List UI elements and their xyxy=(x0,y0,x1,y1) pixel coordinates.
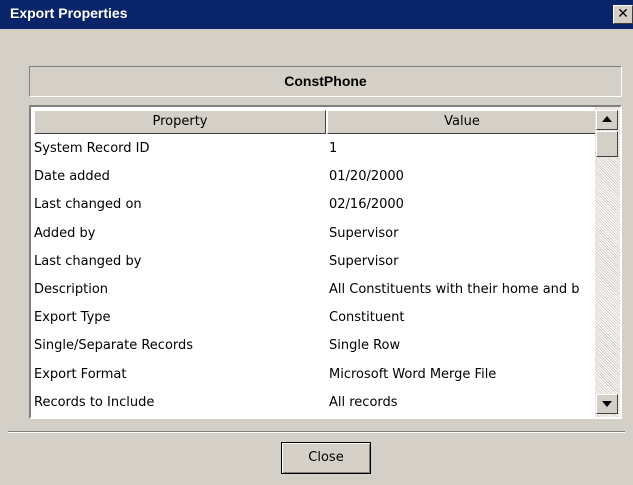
value-cell: Constituent xyxy=(329,310,405,326)
value-cell: 1 xyxy=(329,141,338,156)
table-row[interactable]: System Record ID 1 xyxy=(31,135,595,163)
property-cell: Last changed on xyxy=(34,197,142,213)
table-row[interactable]: Export Type Constituent xyxy=(31,304,595,332)
column-header-property[interactable]: Property xyxy=(34,110,326,134)
down-arrow-icon xyxy=(602,401,612,407)
property-cell: Export Type xyxy=(34,310,111,326)
window-title: Export Properties xyxy=(10,5,128,21)
up-arrow-icon xyxy=(602,116,612,122)
property-cell: Last changed by xyxy=(34,253,142,269)
grid-rows: System Record ID 1 Date added 01/20/2000 Las… xyxy=(31,135,595,417)
scroll-thumb[interactable] xyxy=(596,131,618,157)
value-cell: Single Row xyxy=(329,338,401,354)
property-cell: System Record ID xyxy=(34,141,150,156)
table-row[interactable]: Export Format Microsoft Word Merge File xyxy=(31,361,595,389)
property-cell: Date added xyxy=(34,169,110,185)
record-name-header: ConstPhone xyxy=(29,66,622,97)
table-row[interactable]: Last changed on 02/16/2000 xyxy=(31,191,595,219)
value-cell: Supervisor xyxy=(329,253,399,269)
property-cell: Export Format xyxy=(34,366,127,382)
table-row[interactable]: Date added 01/20/2000 xyxy=(31,163,595,191)
table-row[interactable]: Description All Constituents with their h… xyxy=(31,276,595,304)
table-row[interactable]: Single/Separate Records Single Row xyxy=(31,332,595,360)
vertical-scrollbar[interactable] xyxy=(595,107,620,417)
table-row[interactable]: Added by Supervisor xyxy=(31,220,595,248)
value-cell: Supervisor xyxy=(329,225,399,241)
close-icon[interactable]: ✕ xyxy=(613,5,633,24)
property-cell: Description xyxy=(34,281,109,297)
export-properties-dialog: Export Properties ✕ ConstPhone Property … xyxy=(0,0,633,485)
table-row[interactable]: Last changed by Supervisor xyxy=(31,248,595,276)
grid-content: Property Value System Record ID 1 Date add… xyxy=(31,107,595,417)
table-row[interactable]: Records to Include All records xyxy=(31,389,595,417)
scroll-down-button[interactable] xyxy=(596,394,618,414)
value-cell: 01/20/2000 xyxy=(329,169,404,185)
value-cell: Microsoft Word Merge File xyxy=(329,366,497,382)
title-bar[interactable]: Export Properties ✕ xyxy=(0,0,633,29)
footer-divider xyxy=(8,431,625,433)
value-cell: All records xyxy=(329,394,398,410)
value-cell: 02/16/2000 xyxy=(329,197,404,213)
property-cell: Single/Separate Records xyxy=(34,338,194,354)
property-cell: Records to Include xyxy=(34,394,155,410)
property-cell: Added by xyxy=(34,225,96,241)
close-button[interactable]: Close xyxy=(281,442,371,474)
properties-grid: Property Value System Record ID 1 Date add… xyxy=(29,105,622,419)
value-cell: All Constituents with their home and b xyxy=(329,281,580,297)
column-header-value[interactable]: Value xyxy=(327,110,595,134)
scroll-up-button[interactable] xyxy=(596,110,618,130)
